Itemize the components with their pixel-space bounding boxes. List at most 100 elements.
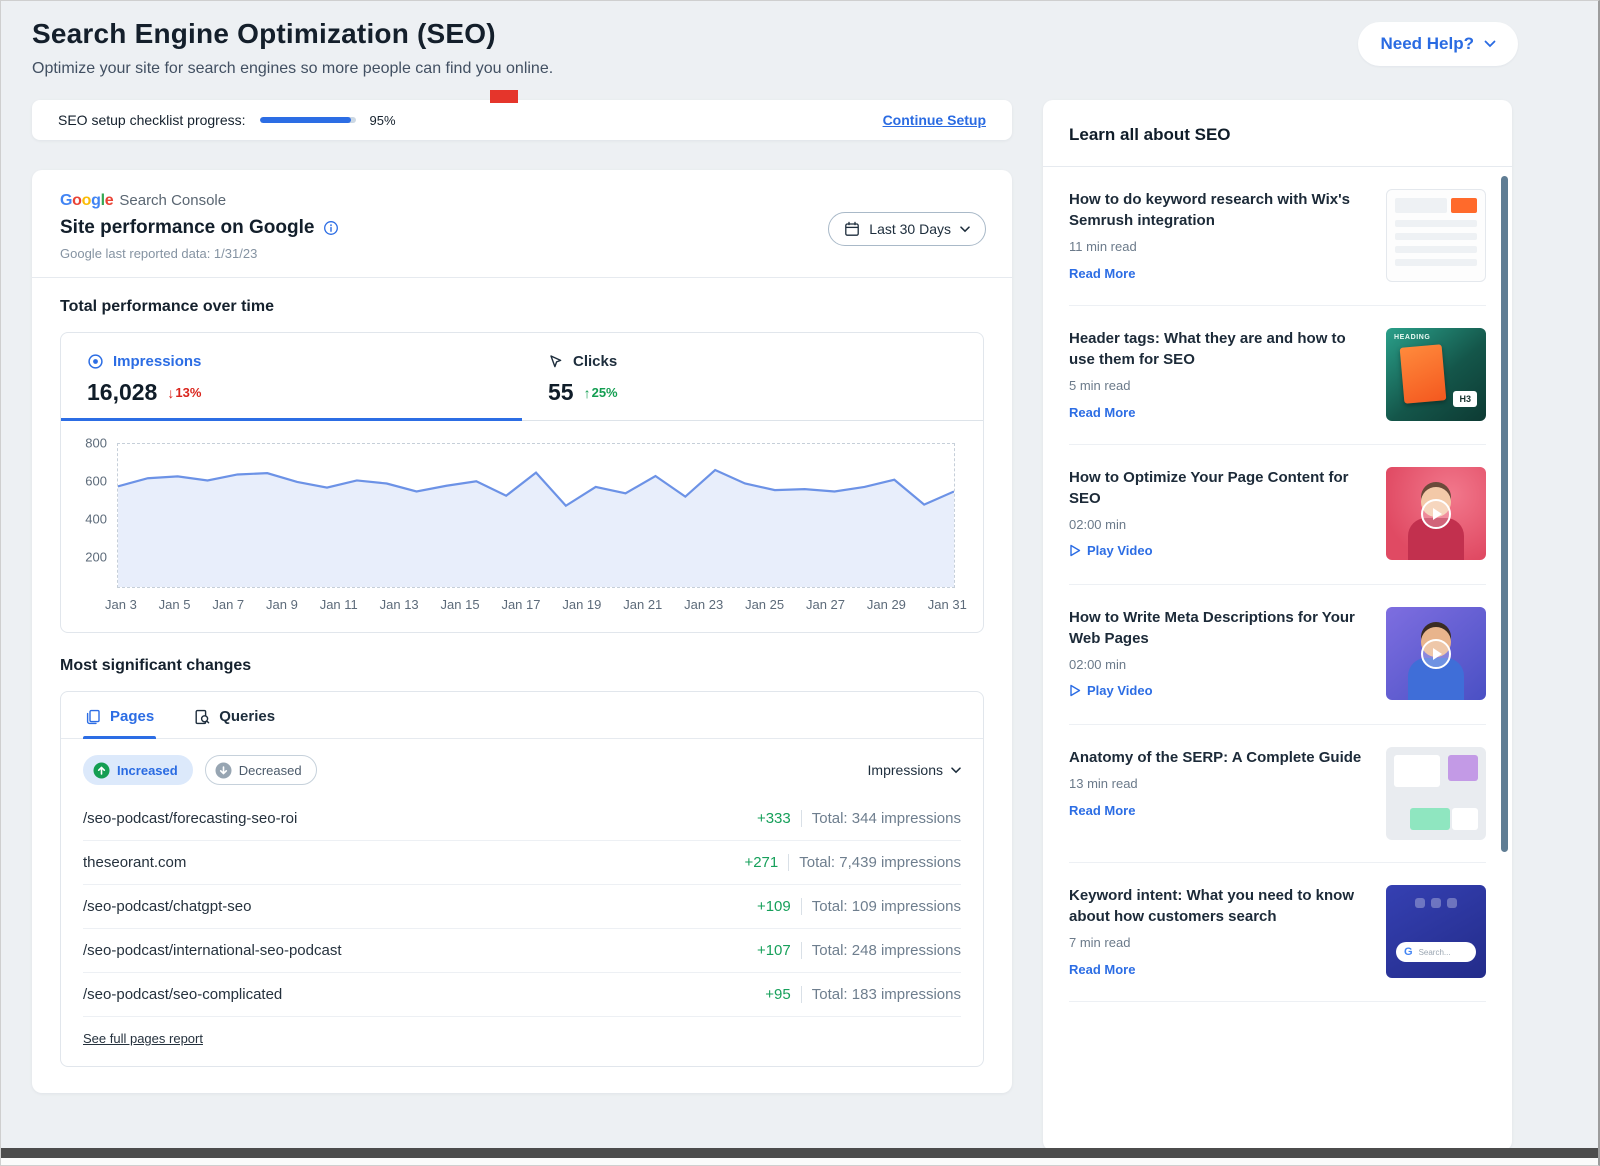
search-placeholder-text: Search... — [1419, 948, 1451, 957]
article-thumbnail[interactable] — [1386, 189, 1486, 282]
impressions-icon — [87, 353, 104, 370]
table-row: /seo-podcast/seo-complicated +95Total: 1… — [83, 973, 961, 1017]
scrollbar-thumb[interactable] — [1501, 176, 1508, 852]
article-title: Keyword intent: What you need to know ab… — [1069, 885, 1366, 927]
tab-pages-label: Pages — [110, 708, 154, 725]
metric-tab-underline — [61, 418, 983, 421]
article-thumbnail[interactable]: HEADING H3 — [1386, 328, 1486, 421]
full-pages-report-link[interactable]: See full pages report — [83, 1031, 203, 1046]
date-range-label: Last 30 Days — [869, 221, 951, 237]
queries-icon — [194, 709, 210, 725]
article-read-time: 7 min read — [1069, 935, 1366, 950]
total-impressions: Total: 109 impressions — [801, 898, 961, 915]
play-icon — [1069, 684, 1081, 697]
article-thumbnail[interactable] — [1386, 747, 1486, 840]
article-card: How to Optimize Your Page Content for SE… — [1069, 445, 1486, 585]
play-icon — [1069, 544, 1081, 557]
window-chrome-bottom — [0, 1148, 1600, 1158]
h3-tag-chip: H3 — [1453, 391, 1477, 407]
article-card: Anatomy of the SERP: A Complete Guide 13… — [1069, 725, 1486, 863]
filter-decreased[interactable]: Decreased — [205, 755, 317, 785]
date-range-selector[interactable]: Last 30 Days — [828, 212, 986, 246]
read-more-link[interactable]: Read More — [1069, 405, 1135, 420]
clicks-metric-tab[interactable]: Clicks 55 ↑25% — [522, 333, 983, 418]
x-tick-label: Jan 11 — [320, 597, 358, 612]
total-impressions: Total: 7,439 impressions — [788, 854, 961, 871]
learn-panel: Learn all about SEO How to do keyword re… — [1043, 100, 1512, 1151]
pages-change-list: /seo-podcast/forecasting-seo-roi +333Tot… — [61, 791, 983, 1017]
x-tick-label: Jan 21 — [623, 597, 662, 612]
article-title: How to Optimize Your Page Content for SE… — [1069, 467, 1366, 509]
filter-increased[interactable]: Increased — [83, 755, 193, 785]
article-read-time: 13 min read — [1069, 776, 1366, 791]
checklist-progress-fill — [260, 117, 351, 123]
search-console-label: Search Console — [119, 192, 226, 209]
video-duration: 02:00 min — [1069, 657, 1366, 672]
filter-increased-label: Increased — [117, 763, 178, 778]
table-row: /seo-podcast/chatgpt-seo +109Total: 109 … — [83, 885, 961, 929]
article-title: Header tags: What they are and how to us… — [1069, 328, 1366, 370]
main-column: SEO setup checklist progress: 95% Contin… — [32, 100, 1012, 1093]
x-tick-label: Jan 29 — [867, 597, 906, 612]
x-tick-label: Jan 25 — [745, 597, 784, 612]
impressions-metric-tab[interactable]: Impressions 16,028 ↓13% — [61, 333, 522, 418]
article-title: Anatomy of the SERP: A Complete Guide — [1069, 747, 1366, 768]
impressions-chart — [117, 443, 955, 588]
page-path: /seo-podcast/forecasting-seo-roi — [83, 810, 297, 827]
play-button-overlay — [1421, 499, 1451, 529]
impressions-value: 16,028 — [87, 379, 157, 406]
tab-pages[interactable]: Pages — [83, 692, 156, 738]
clicks-label: Clicks — [573, 353, 617, 370]
page-subtitle: Optimize your site for search engines so… — [32, 60, 553, 78]
chevron-down-icon — [960, 226, 970, 233]
significant-changes-heading: Most significant changes — [60, 657, 984, 675]
play-video-link[interactable]: Play Video — [1069, 683, 1153, 698]
info-icon[interactable] — [323, 220, 339, 236]
page-path: /seo-podcast/seo-complicated — [83, 986, 282, 1003]
x-tick-label: Jan 23 — [684, 597, 723, 612]
site-performance-title: Site performance on Google — [60, 217, 314, 239]
checklist-progress-percent: 95% — [370, 113, 396, 128]
x-tick-label: Jan 27 — [806, 597, 845, 612]
screen-artifact — [490, 90, 518, 103]
play-video-link[interactable]: Play Video — [1069, 543, 1153, 558]
impressions-label: Impressions — [113, 353, 201, 370]
articles-list: How to do keyword research with Wix's Se… — [1043, 167, 1512, 1002]
tab-queries[interactable]: Queries — [192, 692, 277, 738]
article-card: Keyword intent: What you need to know ab… — [1069, 863, 1486, 1002]
read-more-link[interactable]: Read More — [1069, 803, 1135, 818]
need-help-button[interactable]: Need Help? — [1358, 22, 1518, 66]
article-thumbnail[interactable]: G Search... — [1386, 885, 1486, 978]
learn-title: Learn all about SEO — [1043, 100, 1512, 166]
clicks-value: 55 — [548, 379, 574, 406]
y-tick-label: 400 — [85, 512, 107, 527]
clicks-change: ↑25% — [584, 385, 618, 401]
total-impressions: Total: 248 impressions — [801, 942, 961, 959]
video-thumbnail[interactable] — [1386, 467, 1486, 560]
read-more-link[interactable]: Read More — [1069, 962, 1135, 977]
decreased-icon — [215, 762, 232, 779]
continue-setup-link[interactable]: Continue Setup — [883, 112, 986, 128]
pages-icon — [85, 709, 101, 725]
change-value: +95 — [765, 986, 790, 1003]
thumbnail-caption: HEADING — [1394, 334, 1430, 341]
x-tick-label: Jan 13 — [380, 597, 419, 612]
filter-decreased-label: Decreased — [239, 763, 302, 778]
page-title: Search Engine Optimization (SEO) — [32, 18, 553, 50]
table-row: /seo-podcast/international-seo-podcast +… — [83, 929, 961, 973]
x-tick-label: Jan 31 — [928, 597, 967, 612]
y-axis-labels: 800600400200 — [73, 443, 117, 588]
seo-checklist-card: SEO setup checklist progress: 95% Contin… — [32, 100, 1012, 140]
video-thumbnail[interactable] — [1386, 607, 1486, 700]
changes-filters: Increased Decreased Impressions — [61, 739, 983, 791]
change-value: +109 — [757, 898, 791, 915]
sort-by-dropdown[interactable]: Impressions — [868, 762, 961, 778]
page-path: theseorant.com — [83, 854, 186, 871]
page-heading-group: Search Engine Optimization (SEO) Optimiz… — [32, 18, 553, 78]
tab-queries-label: Queries — [219, 708, 275, 725]
read-more-link[interactable]: Read More — [1069, 266, 1135, 281]
need-help-label: Need Help? — [1380, 34, 1474, 54]
google-logo-text: Google — [60, 192, 113, 209]
article-card: How to Write Meta Descriptions for Your … — [1069, 585, 1486, 725]
impressions-change: ↓13% — [167, 385, 201, 401]
